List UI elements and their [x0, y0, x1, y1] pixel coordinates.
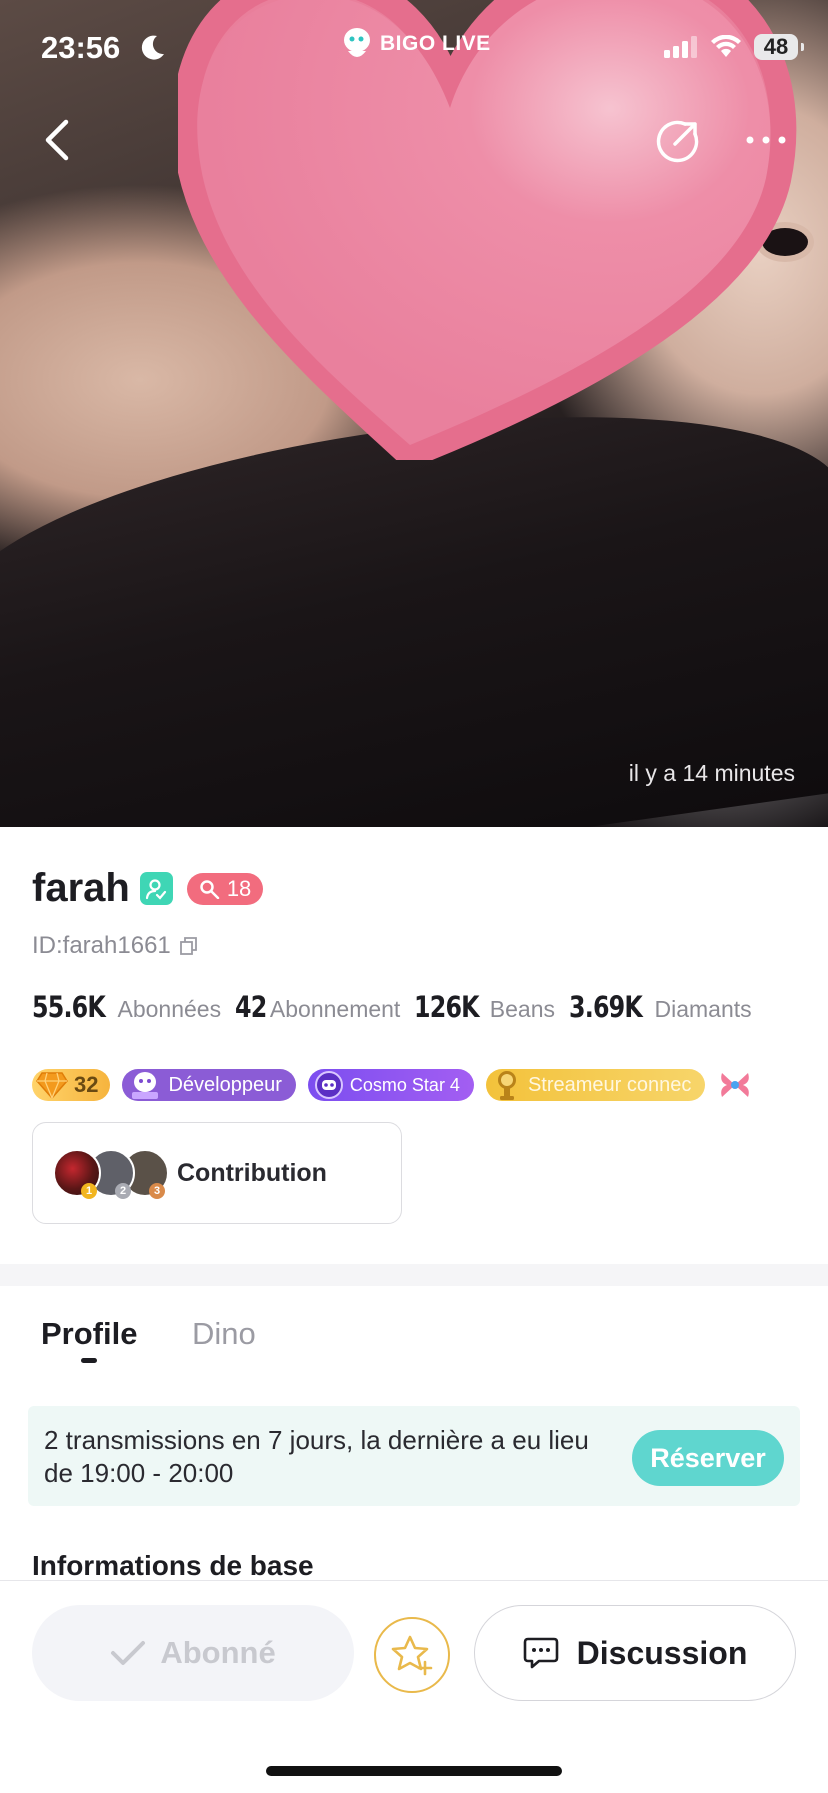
cosmo-star-label: Cosmo Star 4	[349, 1074, 460, 1095]
verified-user-icon[interactable]	[139, 872, 173, 905]
home-indicator[interactable]	[266, 1766, 562, 1776]
streamer-badge[interactable]: Streameur connec	[485, 1069, 706, 1101]
section-divider	[0, 1264, 828, 1286]
stat-diamonds[interactable]: 3.69K Diamants	[569, 990, 754, 1024]
contributor-avatars: 1 2 3	[53, 1149, 169, 1199]
stat-following-value: 42	[235, 990, 267, 1024]
badge-row: 32 Développeur Cosmo Star 4 Streameur co…	[32, 1068, 753, 1102]
back-arrow-icon[interactable]	[38, 116, 78, 164]
stat-following[interactable]: 42 Abonnement	[235, 990, 402, 1024]
bigo-mascot-icon	[344, 28, 370, 57]
microphone-trophy-icon	[497, 1071, 516, 1100]
stat-following-label: Abonnement	[269, 996, 401, 1022]
reserve-button[interactable]: Réserver	[632, 1430, 784, 1486]
cosmo-star-badge[interactable]: Cosmo Star 4	[307, 1069, 474, 1101]
tab-dino[interactable]: Dino	[192, 1316, 256, 1352]
stat-beans-value: 126K	[414, 990, 480, 1024]
user-level-badge[interactable]: 18	[186, 872, 264, 905]
level-key-icon	[200, 879, 220, 899]
profile-name: farah	[32, 866, 130, 910]
stat-beans-label: Beans	[489, 996, 556, 1022]
followed-button[interactable]: Abonné	[32, 1605, 354, 1701]
chat-bubble-icon	[523, 1637, 558, 1669]
profile-stats: 55.6K Abonnées 42 Abonnement 126K Beans …	[32, 990, 754, 1024]
profile-cover-photo[interactable]: il y a 14 minutes	[0, 0, 828, 827]
user-id-row[interactable]: ID:farah1661	[32, 932, 199, 960]
stat-beans[interactable]: 126K Beans	[414, 990, 557, 1024]
broadcast-schedule-card: 2 transmissions en 7 jours, la dernière …	[28, 1406, 800, 1506]
chat-button[interactable]: Discussion	[474, 1605, 796, 1701]
stat-followers-label: Abonnées	[117, 996, 222, 1022]
developer-badge[interactable]: Développeur	[122, 1069, 296, 1101]
stat-followers[interactable]: 55.6K Abonnées	[32, 990, 223, 1024]
bigo-live-logo: BIGO LIVE	[340, 24, 491, 64]
favorite-star-button[interactable]	[374, 1617, 450, 1693]
cosmo-star-icon	[314, 1071, 343, 1099]
copy-icon[interactable]	[179, 936, 199, 956]
developer-mascot-icon	[132, 1072, 159, 1099]
contribution-button[interactable]: 1 2 3 Contribution	[32, 1122, 402, 1224]
followed-label: Abonné	[160, 1635, 276, 1670]
status-bar-time: 23:56	[41, 30, 121, 65]
heart-sticker	[178, 0, 808, 460]
broadcast-schedule-text: 2 transmissions en 7 jours, la dernière …	[44, 1425, 589, 1488]
rank-1-badge: 1	[81, 1183, 97, 1199]
diamond-icon	[36, 1072, 68, 1099]
status-bar-indicators: 48	[664, 34, 804, 60]
chat-label: Discussion	[576, 1634, 748, 1671]
stat-followers-value: 55.6K	[32, 990, 106, 1024]
user-id: ID:farah1661	[32, 932, 171, 959]
gift-ribbon-icon[interactable]	[717, 1068, 753, 1102]
user-level-value: 18	[226, 875, 252, 901]
do-not-disturb-moon-icon	[141, 35, 164, 60]
tab-profile[interactable]: Profile	[41, 1316, 137, 1352]
checkmark-icon	[111, 1641, 146, 1665]
profile-name-row: farah 18	[32, 866, 264, 911]
stat-diamonds-value: 3.69K	[569, 990, 643, 1024]
more-options-icon[interactable]	[744, 126, 788, 154]
share-icon[interactable]	[655, 118, 701, 164]
basic-info-title: Informations de base	[32, 1550, 314, 1581]
bottom-action-bar: Abonné Discussion	[0, 1580, 828, 1793]
signal-icon	[664, 36, 697, 58]
stat-diamonds-label: Diamants	[654, 996, 752, 1022]
contribution-label: Contribution	[177, 1158, 327, 1187]
active-tab-indicator	[81, 1358, 97, 1363]
streamer-badge-label: Streameur connec	[527, 1073, 692, 1096]
battery-indicator: 48	[754, 34, 804, 60]
bigo-live-wordmark: BIGO LIVE	[380, 32, 491, 55]
developer-badge-label: Développeur	[168, 1073, 282, 1096]
rank-2-badge: 2	[115, 1183, 131, 1199]
rank-3-badge: 3	[149, 1183, 165, 1199]
contributor-avatar-1: 1	[53, 1149, 101, 1199]
last-active-time: il y a 14 minutes	[628, 760, 795, 786]
star-plus-icon	[391, 1635, 433, 1676]
wifi-icon	[711, 35, 741, 57]
diamond-level-value: 32	[74, 1072, 99, 1097]
diamond-level-badge[interactable]: 32	[32, 1069, 111, 1101]
